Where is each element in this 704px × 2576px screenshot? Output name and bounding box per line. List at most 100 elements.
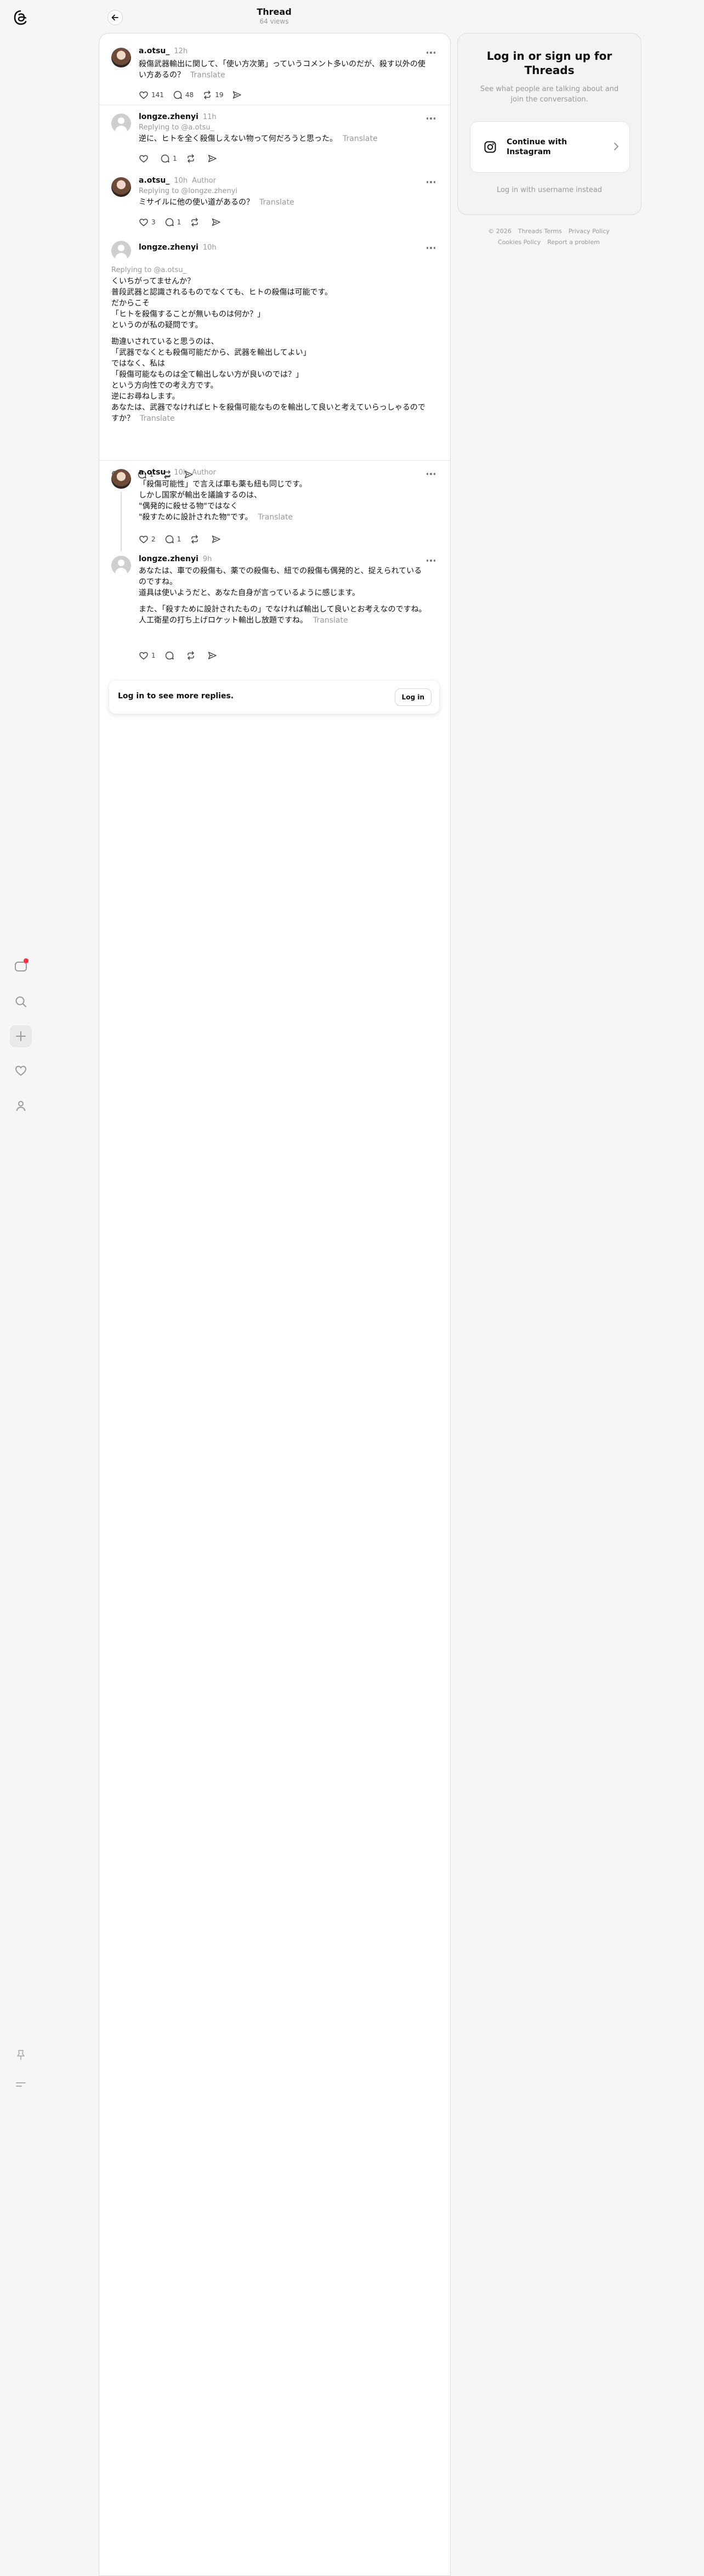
username[interactable]: a.otsu_ <box>139 176 169 185</box>
reply-count: 1 <box>177 218 181 226</box>
repost-button[interactable] <box>186 651 198 660</box>
repost-button[interactable] <box>190 217 202 227</box>
share-button[interactable] <box>211 534 221 544</box>
translate-link[interactable]: Translate <box>258 513 293 522</box>
translate-link[interactable]: Translate <box>190 71 225 80</box>
instagram-button-label: Continue with Instagram <box>507 138 567 156</box>
footer-report-link[interactable]: Report a problem <box>547 239 600 246</box>
translate-link[interactable]: Translate <box>343 134 378 143</box>
more-icon[interactable] <box>425 470 437 478</box>
like-count: 2 <box>151 535 156 543</box>
footer-links-row2: Cookies Policy Report a problem <box>457 237 640 248</box>
menu-icon[interactable] <box>10 2074 32 2095</box>
back-button[interactable] <box>107 10 123 25</box>
username[interactable]: longze.zhenyi <box>139 555 198 563</box>
more-icon[interactable] <box>425 178 437 186</box>
footer-cookies-link[interactable]: Cookies Policy <box>498 239 541 246</box>
comment-icon <box>165 218 174 227</box>
avatar[interactable] <box>111 48 131 67</box>
more-icon[interactable] <box>425 557 437 564</box>
comment-button[interactable]: 48 <box>173 90 194 100</box>
comment-button[interactable]: 1 <box>164 217 181 227</box>
notification-dot <box>24 958 29 963</box>
threads-logo-icon[interactable] <box>10 7 32 29</box>
share-button[interactable] <box>207 154 217 163</box>
username[interactable]: a.otsu_ <box>139 468 169 477</box>
more-icon[interactable] <box>425 49 437 57</box>
search-icon[interactable] <box>10 991 32 1013</box>
author-badge: Author <box>192 468 216 477</box>
view-count: 64 views <box>259 18 289 25</box>
login-button[interactable]: Log in <box>394 688 432 706</box>
footer-privacy-link[interactable]: Privacy Policy <box>569 228 610 235</box>
translate-link[interactable]: Translate <box>259 198 294 207</box>
more-icon[interactable] <box>425 115 437 122</box>
comment-button[interactable]: 1 <box>164 534 181 544</box>
pin-icon[interactable] <box>10 2044 32 2066</box>
continue-with-instagram-button[interactable]: Continue with Instagram <box>470 121 630 173</box>
timestamp: 9h <box>202 555 212 563</box>
repost-button[interactable] <box>190 534 202 544</box>
repost-count: 19 <box>215 91 224 99</box>
like-button[interactable]: 141 <box>139 90 164 100</box>
left-nav-rail <box>0 0 42 2575</box>
instagram-icon <box>484 141 496 153</box>
repost-icon <box>187 154 194 163</box>
thread-line <box>121 492 122 551</box>
reply-to-label[interactable]: Replying to @longze.zhenyi <box>139 187 237 195</box>
like-button[interactable]: 3 <box>139 217 156 227</box>
timestamp: 12h <box>174 47 188 55</box>
translate-link[interactable]: Translate <box>140 414 175 423</box>
comment-icon <box>161 154 169 163</box>
like-button[interactable]: 2 <box>139 534 156 544</box>
share-button[interactable] <box>211 217 221 227</box>
reply-to-label[interactable]: Replying to @a.otsu_ <box>111 266 186 274</box>
login-panel-title: Log in or sign up for Threads <box>486 49 612 77</box>
login-with-username-link[interactable]: Log in with username instead <box>469 186 630 194</box>
username[interactable]: longze.zhenyi <box>139 112 198 121</box>
avatar[interactable] <box>111 114 131 133</box>
comment-icon <box>165 535 174 544</box>
chevron-right-icon <box>614 143 618 150</box>
more-icon[interactable] <box>425 244 437 252</box>
comment-button[interactable] <box>164 651 177 660</box>
divider <box>99 460 450 461</box>
like-count: 141 <box>151 91 164 99</box>
login-panel: Log in or sign up for Threads See what p… <box>457 33 641 215</box>
repost-button[interactable]: 19 <box>202 90 223 100</box>
comment-button[interactable]: 1 <box>160 154 177 163</box>
timestamp: 11h <box>202 113 217 121</box>
footer-terms-link[interactable]: Threads Terms <box>518 228 562 235</box>
create-icon[interactable] <box>10 1025 32 1047</box>
activity-icon[interactable] <box>10 956 32 978</box>
username[interactable]: longze.zhenyi <box>139 243 198 252</box>
translate-link[interactable]: Translate <box>313 616 348 625</box>
reply-to-label[interactable]: Replying to @a.otsu_ <box>139 123 214 132</box>
post-text: くいちがってませんか？ 普段武器と認識されるものでなくても、ヒトの殺傷は可能です… <box>111 277 425 423</box>
comment-icon <box>173 91 182 99</box>
share-button[interactable] <box>207 651 217 660</box>
repost-button[interactable] <box>186 154 198 163</box>
avatar[interactable] <box>111 241 131 261</box>
profile-icon[interactable] <box>10 1095 32 1117</box>
like-button[interactable] <box>139 154 151 163</box>
see-more-replies-banner: Log in to see more replies. Log in <box>109 681 439 714</box>
username[interactable]: a.otsu_ <box>139 47 169 55</box>
author-badge: Author <box>192 177 216 185</box>
post-text: 「殺傷可能性」で言えば車も薬も紐も同じです。 しかし国家が輸出を議論するのは、 … <box>139 480 307 522</box>
like-icon <box>139 155 148 163</box>
see-more-replies-text: Log in to see more replies. <box>118 692 234 701</box>
avatar[interactable] <box>111 556 131 575</box>
post-actions: 3 1 <box>139 217 221 228</box>
avatar[interactable] <box>111 469 131 489</box>
heart-icon[interactable] <box>10 1060 32 1082</box>
share-button[interactable] <box>232 90 242 100</box>
post-actions: 1 <box>139 650 217 661</box>
like-button[interactable]: 1 <box>139 651 156 660</box>
repost-icon <box>187 651 194 660</box>
back-arrow-icon <box>111 14 118 21</box>
share-icon <box>208 652 217 659</box>
comment-icon <box>165 651 174 660</box>
like-count: 3 <box>151 218 156 226</box>
avatar[interactable] <box>111 177 131 197</box>
